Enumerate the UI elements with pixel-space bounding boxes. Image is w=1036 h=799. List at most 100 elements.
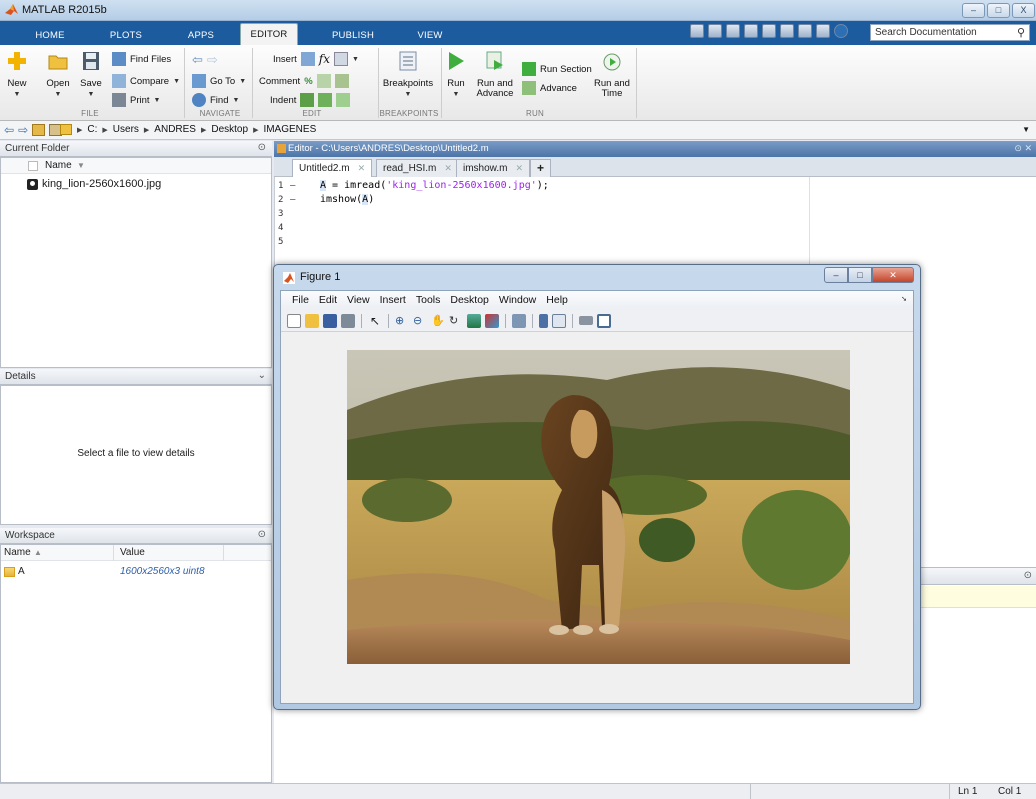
figure-maximize-button[interactable]: □ xyxy=(848,267,872,283)
run-and-time-button[interactable]: Run and Time xyxy=(592,50,632,99)
tab-home[interactable]: HOME xyxy=(24,26,76,45)
menu-edit[interactable]: Edit xyxy=(314,291,342,310)
comment-button[interactable]: Comment% xyxy=(259,74,349,88)
data-cursor-icon[interactable] xyxy=(467,313,481,328)
breadcrumb-drive[interactable]: C: xyxy=(87,124,97,135)
insert-colorbar-icon[interactable] xyxy=(539,313,548,328)
tab-read-hsi[interactable]: read_HSI.m ✕ xyxy=(376,159,459,177)
menu-dock-arrow-icon[interactable]: ➘ xyxy=(901,295,907,303)
new-button[interactable]: New ▼ xyxy=(5,50,29,100)
link-plot-icon[interactable] xyxy=(512,313,526,328)
tab-view[interactable]: VIEW xyxy=(404,26,456,45)
menu-tools[interactable]: Tools xyxy=(411,291,446,310)
find-files-button[interactable]: Find Files xyxy=(112,52,171,66)
breakpoint-marker[interactable]: – xyxy=(290,181,295,191)
qa-redo-icon[interactable] xyxy=(798,24,812,38)
breakpoint-marker[interactable]: – xyxy=(290,195,295,205)
run-button[interactable]: Run ▼ xyxy=(444,50,468,100)
run-and-advance-button[interactable]: Run and Advance xyxy=(474,50,516,99)
figure-window[interactable]: Figure 1 – □ ✕ File Edit View Insert Too… xyxy=(273,264,921,710)
figure-close-button[interactable]: ✕ xyxy=(872,267,914,283)
print-figure-icon[interactable] xyxy=(341,313,355,328)
close-tab-icon[interactable]: ✕ xyxy=(515,163,523,173)
rotate-3d-icon[interactable]: ↻ xyxy=(449,314,463,328)
zoom-out-icon[interactable]: ⊖ xyxy=(413,314,427,328)
back-forward-buttons[interactable]: ⇦ ⇨ xyxy=(192,52,218,68)
new-tab-button[interactable]: + xyxy=(530,159,552,177)
search-documentation-input[interactable]: Search Documentation ⚲ xyxy=(870,24,1030,41)
hide-plot-tools-icon[interactable] xyxy=(579,316,593,325)
zoom-in-icon[interactable]: ⊕ xyxy=(395,314,409,328)
forward-arrow-icon: ⇨ xyxy=(206,52,218,67)
qa-undo-icon[interactable] xyxy=(780,24,794,38)
menu-view[interactable]: View xyxy=(342,291,375,310)
show-plot-tools-icon[interactable] xyxy=(597,313,611,328)
figure-minimize-button[interactable]: – xyxy=(824,267,848,283)
tab-untitled2[interactable]: Untitled2.m ✕ xyxy=(292,159,373,177)
panel-actions-icon[interactable]: ⊙ xyxy=(258,142,266,153)
brush-icon[interactable] xyxy=(485,313,499,328)
menu-desktop[interactable]: Desktop xyxy=(445,291,494,310)
insert-button[interactable]: Insert fx ▼ xyxy=(273,52,359,66)
qa-layout-icon[interactable] xyxy=(690,24,704,38)
qa-cut-icon[interactable] xyxy=(726,24,740,38)
help-icon[interactable] xyxy=(834,24,848,38)
tab-imshow[interactable]: imshow.m ✕ xyxy=(456,159,530,177)
save-button[interactable]: Save ▼ xyxy=(78,50,104,100)
pan-hand-icon[interactable]: ✋ xyxy=(431,314,445,328)
tab-publish[interactable]: PUBLISH xyxy=(322,26,384,45)
up-folder-icon[interactable] xyxy=(32,124,46,136)
tab-editor[interactable]: EDITOR xyxy=(240,23,298,45)
tab-apps[interactable]: APPS xyxy=(176,26,226,45)
column-divider xyxy=(113,545,114,561)
indent-button[interactable]: Indent xyxy=(270,93,351,107)
breakpoints-button[interactable]: Breakpoints ▼ xyxy=(380,50,436,100)
figure-image-lion[interactable] xyxy=(347,350,850,664)
menu-file[interactable]: File xyxy=(287,291,314,310)
qa-paste-icon[interactable] xyxy=(762,24,776,38)
forward-arrow-icon[interactable]: ⇨ xyxy=(18,123,28,137)
search-icon[interactable]: ⚲ xyxy=(1017,26,1025,39)
qa-save-icon[interactable] xyxy=(708,24,722,38)
close-button[interactable]: X xyxy=(1012,3,1035,18)
panel-actions-icon[interactable]: ⊙ xyxy=(258,529,266,540)
workspace-name-header[interactable]: Name xyxy=(4,547,31,558)
qa-copy-icon[interactable] xyxy=(744,24,758,38)
run-section-button[interactable]: Run Section xyxy=(522,62,592,76)
qa-switch-windows-icon[interactable] xyxy=(816,24,830,38)
print-button[interactable]: Print ▼ xyxy=(112,93,160,107)
workspace-header: Workspace ⊙ xyxy=(0,528,272,544)
tab-plots[interactable]: PLOTS xyxy=(100,26,152,45)
new-figure-icon[interactable] xyxy=(287,313,301,328)
open-file-icon[interactable] xyxy=(305,313,319,328)
minimize-button[interactable]: – xyxy=(962,3,985,18)
menu-insert[interactable]: Insert xyxy=(375,291,411,310)
edit-plot-arrow-icon[interactable]: ↖ xyxy=(368,314,382,328)
workspace-value-header[interactable]: Value xyxy=(120,547,145,558)
save-figure-icon[interactable] xyxy=(323,313,337,328)
close-tab-icon[interactable]: ✕ xyxy=(444,163,452,173)
collapse-chevron-icon[interactable]: ⌄ xyxy=(258,370,266,381)
find-button[interactable]: Find ▼ xyxy=(192,93,239,107)
back-arrow-icon: ⇦ xyxy=(192,52,203,67)
close-tab-icon[interactable]: ✕ xyxy=(358,163,366,173)
menu-help[interactable]: Help xyxy=(541,291,573,310)
menu-window[interactable]: Window xyxy=(494,291,541,310)
address-dropdown-icon[interactable]: ▼ xyxy=(1022,125,1030,134)
advance-button[interactable]: Advance xyxy=(522,81,577,95)
breadcrumb-andres[interactable]: ANDRES xyxy=(154,124,196,135)
go-to-button[interactable]: Go To ▼ xyxy=(192,74,246,88)
panel-actions-icon[interactable]: ⊙ xyxy=(1024,570,1032,581)
list-item[interactable]: king_lion-2560x1600.jpg xyxy=(27,178,161,190)
back-arrow-icon[interactable]: ⇦ xyxy=(4,123,14,137)
breadcrumb-imagenes[interactable]: IMAGENES xyxy=(263,124,316,135)
name-column-header[interactable]: Name xyxy=(45,160,72,171)
compare-button[interactable]: Compare ▼ xyxy=(112,74,180,88)
open-button[interactable]: Open ▼ xyxy=(44,50,72,100)
breadcrumb-users[interactable]: Users xyxy=(113,124,139,135)
table-row[interactable]: A 1600x2560x3 uint8 xyxy=(1,565,271,579)
maximize-button[interactable]: □ xyxy=(987,3,1010,18)
insert-legend-icon[interactable] xyxy=(552,313,566,328)
breadcrumb-desktop[interactable]: Desktop xyxy=(211,124,248,135)
editor-actions-icon[interactable]: ⊙ ✕ xyxy=(1014,143,1032,154)
